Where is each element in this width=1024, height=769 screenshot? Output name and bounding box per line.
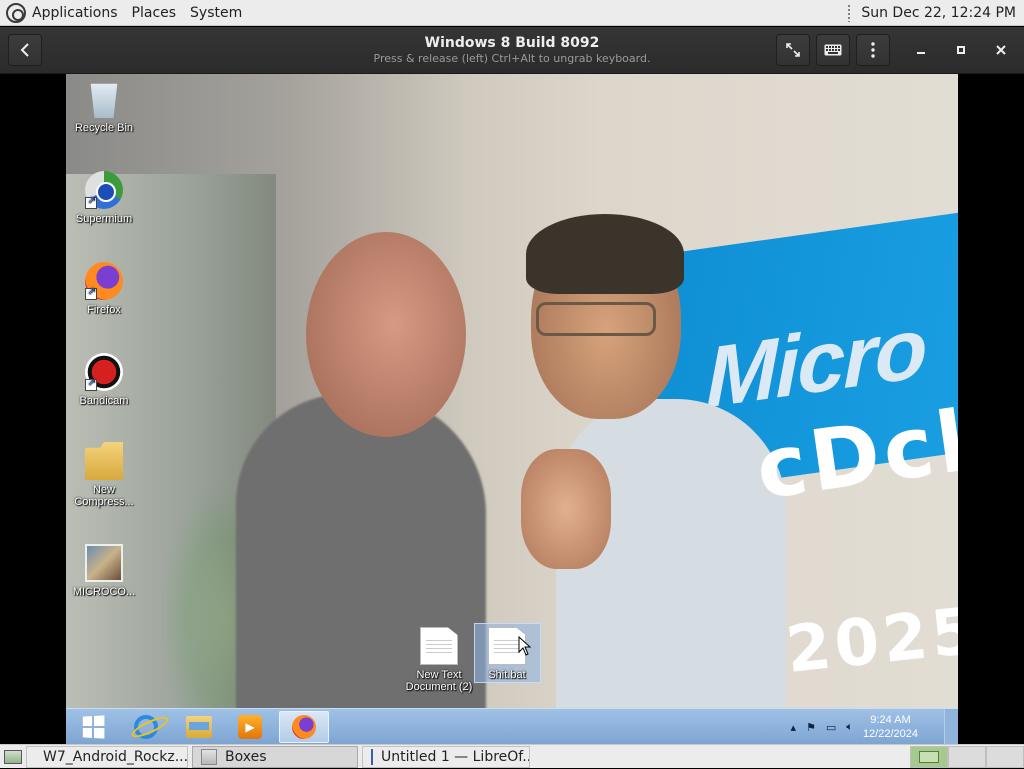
task-label: Boxes	[225, 748, 267, 765]
menu-button[interactable]	[856, 34, 890, 66]
desktop-file-new-text-document[interactable]: New Text Document (2)	[401, 627, 477, 693]
system-menu[interactable]: System	[190, 5, 242, 21]
close-button[interactable]	[984, 34, 1018, 66]
vm-clock-date: 12/22/2024	[862, 728, 918, 740]
start-icon	[82, 715, 105, 739]
show-desktop-button-host[interactable]	[0, 745, 26, 769]
distro-logo-icon[interactable]	[6, 2, 26, 23]
taskbar-internet-explorer[interactable]	[121, 711, 171, 743]
task-label: Untitled 1 — LibreOf...	[381, 748, 530, 765]
top-panel: Applications Places System Sun Dec 22, 1…	[0, 0, 1024, 26]
wallpaper-person-right-hair	[526, 214, 684, 294]
wallpaper-person-left-head	[306, 232, 466, 437]
desktop-icon-label: Shit.bat	[488, 669, 526, 681]
wallpaper-glasses	[536, 302, 656, 336]
media-player-icon: ▶	[238, 715, 262, 739]
minimize-button[interactable]	[904, 34, 938, 66]
desktop-icon-label: Bandicam	[79, 395, 129, 407]
workspace-1[interactable]	[910, 745, 948, 768]
desktop-icon-recycle-bin[interactable]: Recycle Bin	[66, 80, 142, 134]
desktop-icon-compressed-folder[interactable]: New Compress...	[66, 442, 142, 508]
vm-clock[interactable]: 9:24 AM 12/22/2024	[863, 713, 918, 741]
desktop-icon-label: Firefox	[87, 304, 121, 316]
system-tray: ▴ ⚑ ▭ 🔈︎ 9:24 AM 12/22/2024	[791, 709, 918, 744]
task-label: W7_Android_Rockz...	[43, 748, 188, 765]
tray-overflow-icon[interactable]: ▴	[791, 721, 797, 734]
shortcut-arrow-icon	[85, 377, 97, 391]
windows-taskbar: ▶ ▴ ⚑ ▭ 🔈︎ 9:24 AM 12/22/2024	[66, 708, 958, 744]
keyboard-button[interactable]	[816, 34, 850, 66]
fullscreen-icon	[786, 43, 800, 57]
desktop-icon-bandicam[interactable]: Bandicam	[66, 353, 142, 407]
bottom-panel: W7_Android_Rockz... Boxes Untitled 1 — L…	[0, 744, 1024, 768]
supermium-icon	[85, 171, 123, 209]
taskbar-item-boxes[interactable]: Boxes	[192, 745, 358, 768]
maximize-icon	[957, 46, 965, 54]
taskbar-file-explorer[interactable]	[174, 711, 224, 743]
maximize-button[interactable]	[944, 34, 978, 66]
desktop-icon-label: MICROCO...	[72, 586, 136, 598]
keyboard-icon	[824, 44, 842, 56]
taskbar-item-w7-android[interactable]: W7_Android_Rockz...	[26, 745, 188, 768]
workspace-switcher	[910, 745, 1024, 768]
vm-clock-time: 9:24 AM	[870, 714, 911, 726]
menu-icon	[871, 42, 875, 58]
close-icon	[996, 45, 1006, 55]
boxes-icon	[201, 748, 217, 765]
action-center-flag-icon[interactable]: ⚑	[806, 721, 816, 734]
desktop-icon-label: Supermium	[75, 213, 133, 225]
desktop-icon-image[interactable]: MICROCO...	[66, 544, 142, 598]
shortcut-arrow-icon	[85, 195, 97, 209]
fullscreen-button[interactable]	[776, 34, 810, 66]
wallpaper-fist	[521, 449, 611, 569]
desktop-icon-label: New Compress...	[74, 484, 134, 508]
firefox-icon	[292, 715, 316, 739]
show-desktop-icon	[4, 749, 22, 764]
file-explorer-icon	[186, 716, 212, 738]
panel-menus: Applications Places System	[0, 0, 262, 25]
minimize-icon	[917, 52, 925, 54]
panel-clock-area: Sun Dec 22, 12:24 PM	[847, 3, 1016, 22]
wallpaper-person-right	[556, 399, 786, 744]
places-menu[interactable]: Places	[132, 5, 177, 21]
show-desktop-button[interactable]	[944, 709, 958, 744]
network-icon[interactable]: ▭	[826, 721, 836, 734]
image-file-icon	[85, 544, 123, 582]
volume-icon[interactable]: 🔈︎	[846, 720, 853, 734]
writer-icon	[371, 748, 373, 765]
vm-display[interactable]: Micro cDck 2025 Recycle Bin Supermium Fi…	[66, 74, 958, 744]
recycle-bin-icon	[90, 83, 118, 118]
desktop-icon-label: New Text Document (2)	[405, 669, 473, 693]
desktop-icon-supermium[interactable]: Supermium	[66, 171, 142, 225]
desktop-icon-firefox[interactable]: Firefox	[66, 262, 142, 316]
taskbar-item-libreoffice[interactable]: Untitled 1 — LibreOf...	[362, 745, 530, 768]
firefox-icon	[85, 262, 123, 300]
zip-folder-icon	[85, 442, 123, 480]
shortcut-arrow-icon	[85, 286, 97, 300]
internet-explorer-icon	[134, 715, 158, 739]
workspace-3[interactable]	[986, 745, 1024, 768]
panel-handle-icon	[847, 3, 852, 22]
bandicam-icon	[85, 353, 123, 391]
clock[interactable]: Sun Dec 22, 12:24 PM	[861, 5, 1016, 21]
taskbar-media-player[interactable]: ▶	[225, 711, 275, 743]
text-file-icon	[420, 627, 458, 665]
boxes-headerbar: Windows 8 Build 8092 Press & release (le…	[0, 27, 1024, 74]
desktop-icon-label: Recycle Bin	[74, 122, 134, 134]
desktop-file-shit-bat[interactable]: Shit.bat	[469, 627, 545, 681]
start-button[interactable]	[68, 711, 118, 743]
workspace-2[interactable]	[948, 745, 986, 768]
taskbar-firefox[interactable]	[279, 711, 329, 743]
applications-menu[interactable]: Applications	[32, 5, 118, 21]
